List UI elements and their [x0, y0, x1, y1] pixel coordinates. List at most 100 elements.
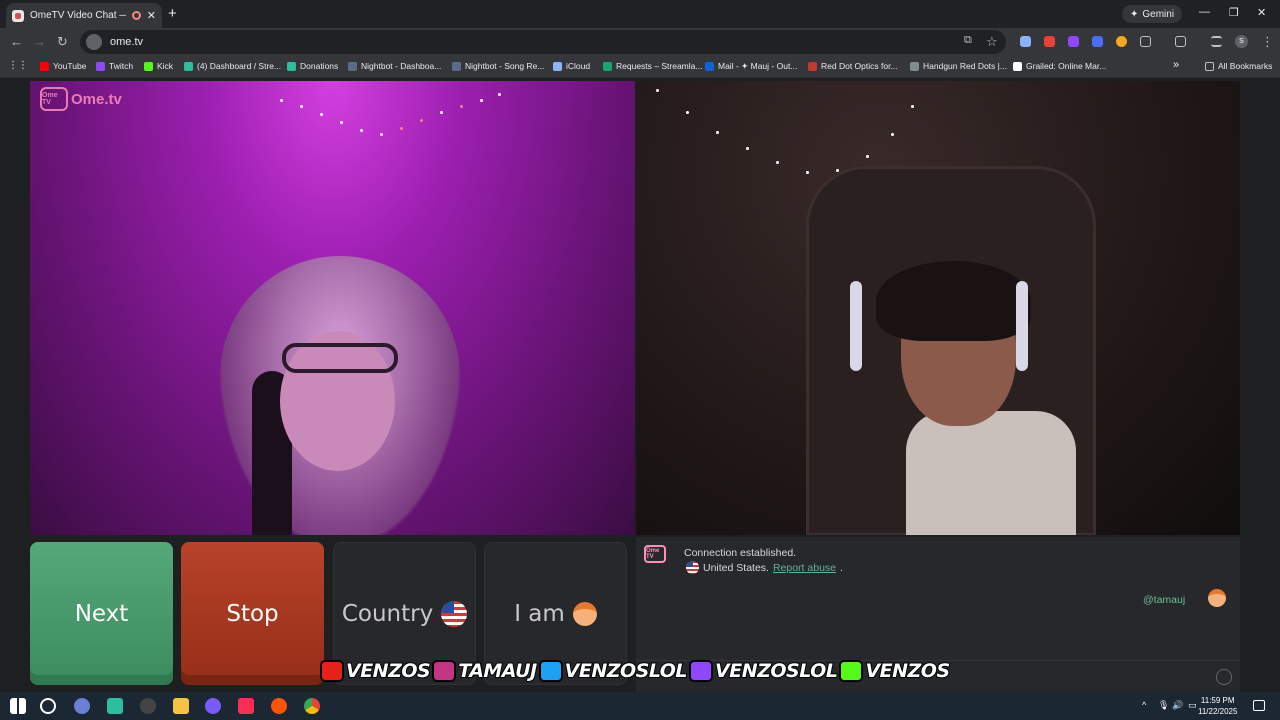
stop-button[interactable]: Stop	[181, 542, 324, 685]
4k-downloader-icon[interactable]	[140, 698, 156, 714]
search-icon[interactable]	[40, 698, 56, 714]
bookmark-handgun-red-dots[interactable]: Handgun Red Dots |...	[910, 61, 1007, 71]
windows-start-icon[interactable]	[10, 698, 26, 714]
app-icon[interactable]	[74, 698, 90, 714]
next-button[interactable]: Next	[30, 542, 173, 685]
minimize-button[interactable]: —	[1199, 6, 1210, 18]
site-icon	[808, 61, 817, 71]
twitch-icon	[96, 61, 105, 71]
nightbot-icon	[348, 61, 357, 71]
extensions-puzzle-icon[interactable]	[1140, 36, 1151, 47]
hair	[876, 261, 1031, 341]
display-icon[interactable]: ▭	[1188, 700, 1197, 711]
bookmark-label: Requests – Streamla...	[616, 61, 703, 71]
headphones	[850, 281, 862, 371]
app-icon[interactable]	[205, 698, 221, 714]
boy-avatar-icon	[1208, 589, 1226, 607]
url-text: ome.tv	[110, 36, 144, 48]
window-close-button[interactable]: ✕	[1257, 6, 1266, 19]
social-handle: VENZOS	[345, 659, 432, 683]
stop-label: Stop	[226, 600, 279, 627]
side-panel-icon[interactable]	[1175, 36, 1186, 47]
clock-time: 11:59 PM	[1200, 696, 1235, 705]
twitch-icon	[689, 660, 714, 682]
ometv-chat-icon: Ome TV	[644, 545, 666, 563]
tank-top	[906, 411, 1076, 535]
bookmark-label: Grailed: Online Mar...	[1026, 61, 1107, 71]
bookmark-requests[interactable]: Requests – Streamla...	[603, 61, 702, 71]
tray-overflow-icon[interactable]: ^	[1142, 700, 1146, 710]
streamlabs-icon	[184, 61, 193, 71]
bookmark-label: Handgun Red Dots |...	[923, 61, 1007, 71]
tab-close-button[interactable]: ✕	[147, 9, 156, 22]
bookmark-kick[interactable]: Kick	[144, 61, 173, 71]
bookmark-label: (4) Dashboard / Stre...	[197, 61, 282, 71]
bookmark-youtube[interactable]: YouTube	[40, 61, 86, 71]
extension-icon[interactable]	[1044, 36, 1055, 47]
us-flag-icon	[441, 600, 468, 627]
restore-button[interactable]: ❐	[1229, 6, 1239, 19]
music-icon[interactable]	[238, 698, 254, 714]
microphone-icon[interactable]: 🎙	[1158, 700, 1169, 711]
browser-menu-icon[interactable]: ⋮	[1261, 34, 1274, 50]
browser-toolbar: ← → ↻ ome.tv ⧉ ☆ S ⋮	[0, 28, 1280, 56]
back-button[interactable]: ←	[10, 34, 23, 49]
system-clock[interactable]: 11:59 PM 11/22/2025	[1198, 695, 1237, 717]
all-bookmarks-button[interactable]: All Bookmarks	[1205, 61, 1272, 71]
bookmark-nightbot-songs[interactable]: Nightbot - Song Re...	[452, 61, 544, 71]
social-handle: VENZOSLOL	[564, 659, 689, 683]
file-explorer-icon[interactable]	[173, 698, 189, 714]
social-overlay: VENZOS TAMAUJ VENZOSLOL VENZOSLOL VENZOS	[320, 658, 951, 684]
extension-icon[interactable]	[1116, 36, 1127, 47]
emoji-icon[interactable]	[1216, 669, 1232, 685]
bookmark-label: Red Dot Optics for...	[821, 61, 898, 71]
ometv-logo[interactable]: Ome TV Ome.tv	[40, 87, 122, 111]
bookmark-star-icon[interactable]: ☆	[986, 34, 998, 50]
ometv-page: Ome TV Ome.tv Next Stop Country I am Ome…	[0, 78, 1280, 692]
forward-button[interactable]: →	[33, 34, 46, 49]
nightbot-icon	[452, 61, 461, 71]
streamlabs-icon[interactable]	[107, 698, 123, 714]
bookmark-nightbot-dashboard[interactable]: Nightbot - Dashboa...	[348, 61, 441, 71]
us-flag-icon	[686, 561, 699, 574]
report-abuse-link[interactable]: Report abuse	[773, 562, 836, 574]
bookmark-donations[interactable]: Donations	[287, 61, 338, 71]
notifications-icon[interactable]	[1253, 700, 1265, 711]
bookmark-label: Kick	[157, 61, 174, 71]
reload-button[interactable]: ↻	[57, 34, 68, 50]
chrome-icon[interactable]	[304, 698, 320, 714]
tab-strip: OmeTV Video Chat — Ome ✕ + ✦ Gemini — ❐ …	[0, 0, 1280, 28]
cloud-icon	[553, 61, 562, 71]
local-video	[636, 81, 1240, 535]
extension-icon[interactable]	[1092, 36, 1103, 47]
clock-date: 11/22/2025	[1198, 707, 1238, 716]
soundcloud-icon[interactable]	[271, 698, 287, 714]
profile-avatar[interactable]: S	[1235, 35, 1248, 48]
install-icon[interactable]: ⧉	[964, 34, 972, 47]
bookmark-dashboard[interactable]: (4) Dashboard / Stre...	[184, 61, 281, 71]
ometv-logo-icon: Ome TV	[40, 87, 68, 111]
string-lights	[270, 91, 510, 141]
gemini-button[interactable]: ✦ Gemini	[1122, 5, 1183, 23]
remote-video: Ome TV Ome.tv	[30, 81, 635, 535]
media-controls-icon[interactable]	[1211, 36, 1222, 47]
bookmark-icloud[interactable]: iCloud	[553, 61, 590, 71]
site-info-icon[interactable]	[86, 34, 102, 50]
social-handle: VENZOSLOL	[714, 659, 839, 683]
bookmark-red-dot-optics[interactable]: Red Dot Optics for...	[808, 61, 898, 71]
address-bar[interactable]: ome.tv	[80, 30, 1006, 54]
extension-icon[interactable]	[1020, 36, 1031, 47]
bookmark-label: Nightbot - Song Re...	[465, 61, 545, 71]
gemini-icon: ✦	[1130, 8, 1139, 20]
bookmark-twitch[interactable]: Twitch	[96, 61, 133, 71]
boy-emoji-icon	[572, 601, 597, 626]
bookmark-grailed[interactable]: Grailed: Online Mar...	[1013, 61, 1106, 71]
new-tab-button[interactable]: +	[168, 5, 177, 22]
apps-grid-icon[interactable]: ⋮⋮	[8, 60, 28, 71]
bookmark-mail[interactable]: Mail - ✦ Mauj - Out...	[705, 61, 797, 72]
bookmark-label: Twitch	[109, 61, 134, 71]
bookmarks-overflow-button[interactable]: »	[1173, 59, 1179, 71]
tab-ometv[interactable]: OmeTV Video Chat — Ome ✕	[6, 3, 162, 28]
twitch-extension-icon[interactable]	[1068, 36, 1079, 47]
volume-icon[interactable]: 🔊	[1172, 700, 1183, 711]
